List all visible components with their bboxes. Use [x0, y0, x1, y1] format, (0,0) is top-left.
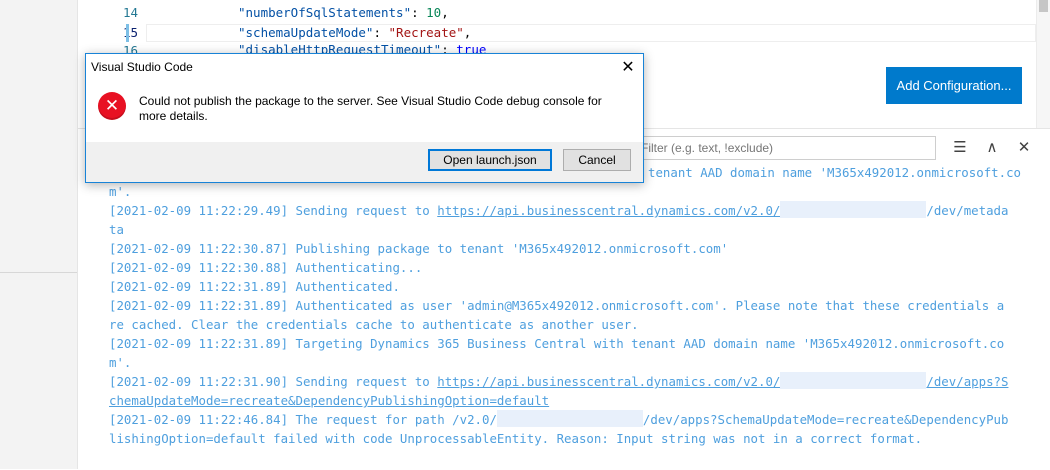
log-line-partial: tenant AAD domain name 'M365x492012.onmi… — [648, 165, 1021, 180]
close-panel-icon[interactable]: ✕ — [1014, 137, 1034, 157]
add-configuration-button[interactable]: Add Configuration... — [886, 67, 1022, 104]
log-line: [2021-02-09 11:22:30.87] Publishing pack… — [109, 241, 729, 256]
redacted-region — [780, 372, 927, 389]
log-line: [2021-02-09 11:22:31.89] Authenticated. — [109, 279, 400, 294]
cancel-button[interactable]: Cancel — [563, 149, 631, 171]
clear-output-icon[interactable]: ☰ — [950, 137, 970, 157]
side-panel — [0, 0, 78, 469]
log-link[interactable]: https://api.businesscentral.dynamics.com… — [437, 203, 780, 218]
dialog-title: Visual Studio Code — [91, 60, 193, 74]
log-line: re cached. Clear the credentials cache t… — [109, 317, 639, 332]
log-line: ta — [109, 222, 124, 237]
maximize-panel-icon[interactable]: ∧ — [982, 137, 1002, 157]
log-line: m'. — [109, 355, 132, 370]
open-launch-json-button[interactable]: Open launch.json — [428, 149, 552, 171]
log-link[interactable]: chemaUpdateMode=recreate&DependencyPubli… — [109, 391, 1039, 410]
log-line: [2021-02-09 11:22:29.49] Sending request… — [109, 201, 1009, 218]
log-line: m'. — [109, 184, 132, 199]
log-line: [2021-02-09 11:22:30.88] Authenticating.… — [109, 260, 423, 275]
dialog-body: ✕ Could not publish the package to the s… — [86, 80, 643, 142]
error-dialog: Visual Studio Code ✕ ✕ Could not publish… — [85, 53, 644, 183]
redacted-region — [780, 201, 927, 218]
line-number: 15 — [122, 25, 138, 40]
code-line[interactable]: "numberOfSqlStatements": 10, — [238, 5, 449, 20]
scrollbar-thumb[interactable] — [1039, 0, 1048, 12]
error-icon: ✕ — [98, 92, 126, 120]
line-number: 14 — [122, 5, 138, 20]
log-line: [2021-02-09 11:22:31.90] Sending request… — [109, 372, 1009, 389]
log-line: lishingOption=default failed with code U… — [109, 431, 923, 446]
dialog-close-icon[interactable]: ✕ — [613, 54, 643, 80]
modified-line-marker — [126, 24, 129, 42]
log-line: [2021-02-09 11:22:46.84] The request for… — [109, 410, 1009, 427]
dialog-message: Could not publish the package to the ser… — [139, 94, 602, 123]
output-filter-input[interactable]: Filter (e.g. text, !exclude) — [634, 136, 936, 160]
log-line: [2021-02-09 11:22:31.89] Targeting Dynam… — [109, 336, 1005, 351]
dialog-title-bar: Visual Studio Code ✕ — [86, 54, 643, 80]
output-log: m'. [2021-02-09 11:22:29.49] Sending req… — [109, 182, 1039, 448]
editor-scrollbar[interactable] — [1036, 0, 1050, 128]
code-line[interactable]: "schemaUpdateMode": "Recreate", — [238, 25, 471, 40]
log-line: [2021-02-09 11:22:31.89] Authenticated a… — [109, 298, 1005, 313]
redacted-region — [496, 410, 643, 427]
log-link[interactable]: https://api.businesscentral.dynamics.com… — [437, 374, 780, 389]
side-panel-divider — [0, 272, 77, 273]
